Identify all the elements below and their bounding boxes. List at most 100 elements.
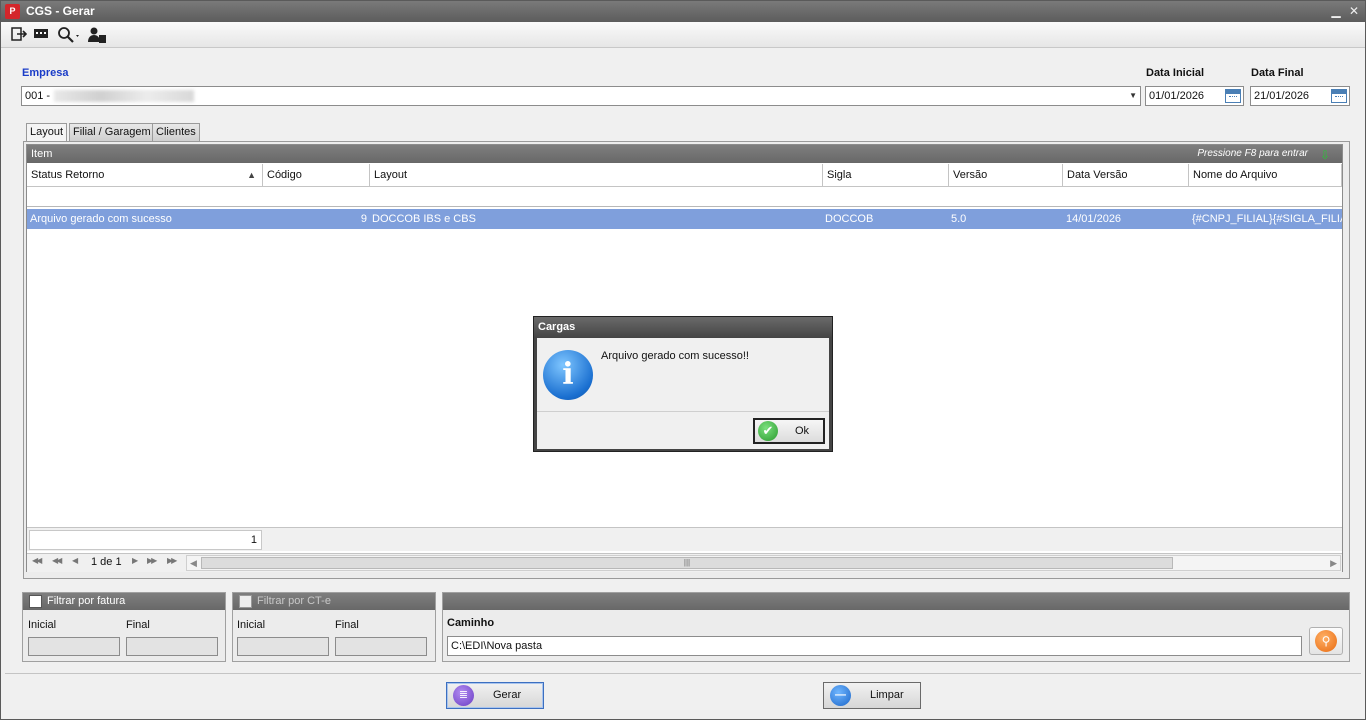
- next-block-icon[interactable]: ▶▶: [147, 556, 157, 565]
- column-header-status[interactable]: Status Retorno ▲: [27, 164, 263, 187]
- check-icon: ✔: [758, 421, 778, 441]
- column-header-codigo[interactable]: Código: [263, 164, 370, 187]
- cell-layout: DOCCOB IBS e CBS: [372, 213, 476, 225]
- scroll-left-icon[interactable]: ◀: [190, 556, 197, 570]
- dialog-divider: [537, 411, 829, 412]
- filtro-cte-header: Filtrar por CT-e: [233, 593, 435, 610]
- empresa-value: 001 -: [25, 90, 51, 102]
- data-final-label: Data Final: [1251, 67, 1304, 79]
- cte-inicial-label: Inicial: [237, 619, 266, 631]
- page-indicator: 1 de 1: [91, 556, 122, 568]
- cell-status: Arquivo gerado com sucesso: [30, 213, 172, 225]
- arrow-down-icon[interactable]: ⇩: [1320, 146, 1330, 164]
- filtro-fatura-header: Filtrar por fatura: [23, 593, 225, 610]
- browse-folder-button[interactable]: ⚲: [1309, 627, 1343, 655]
- tab-filial-garagem[interactable]: Filial / Garagem: [69, 123, 155, 141]
- cell-data-versao: 14/01/2026: [1066, 213, 1122, 225]
- column-header-nome-arquivo[interactable]: Nome do Arquivo: [1189, 164, 1342, 187]
- filtro-cte-checkbox[interactable]: [239, 595, 252, 608]
- toolbar: [1, 22, 1365, 48]
- title-bar: P CGS - Gerar ▁ ✕: [1, 1, 1365, 22]
- window-title: CGS - Gerar: [26, 4, 95, 18]
- calendar-icon[interactable]: [1225, 89, 1241, 103]
- cte-inicial-input[interactable]: [237, 637, 329, 656]
- caminho-label: Caminho: [447, 617, 495, 629]
- search-icon: ⚲: [1315, 630, 1337, 652]
- cte-final-input[interactable]: [335, 637, 427, 656]
- calendar-icon[interactable]: [1331, 89, 1347, 103]
- ok-button[interactable]: ✔ Ok: [753, 418, 825, 444]
- first-page-icon[interactable]: ◀◀: [32, 556, 42, 565]
- exit-icon[interactable]: [11, 26, 28, 44]
- limpar-button[interactable]: — Limpar: [823, 682, 921, 709]
- info-icon: i: [543, 350, 593, 400]
- last-page-icon[interactable]: ▶▶: [167, 556, 177, 565]
- minus-icon: —: [830, 685, 851, 706]
- app-logo-icon: P: [5, 4, 20, 19]
- column-header-versao[interactable]: Versão: [949, 164, 1063, 187]
- column-header-data-versao[interactable]: Data Versão: [1063, 164, 1189, 187]
- close-icon[interactable]: ✕: [1347, 1, 1361, 22]
- scroll-thumb[interactable]: |||: [201, 557, 1173, 569]
- column-header-sigla[interactable]: Sigla: [823, 164, 949, 187]
- previous-page-icon[interactable]: ◀: [72, 556, 78, 565]
- minimize-icon[interactable]: ▁: [1329, 1, 1343, 22]
- empresa-redacted: [54, 90, 195, 103]
- filtro-cte-group: Filtrar por CT-e Inicial Final: [232, 592, 436, 662]
- filtro-cte-label: Filtrar por CT-e: [257, 595, 331, 607]
- cell-sigla: DOCCOB: [825, 213, 874, 225]
- fatura-final-label: Final: [126, 619, 150, 631]
- table-row[interactable]: Arquivo gerado com sucesso 9 DOCCOB IBS …: [27, 209, 1342, 229]
- cell-codigo: 9: [360, 213, 367, 225]
- cell-nome-arquivo: {#CNPJ_FILIAL}{#SIGLA_FILIAL: [1192, 213, 1342, 225]
- filtro-fatura-group: Filtrar por fatura Inicial Final: [22, 592, 226, 662]
- data-final-value: 21/01/2026: [1254, 90, 1310, 102]
- dialog-title: Cargas: [534, 317, 832, 337]
- caminho-input[interactable]: C:\EDI\Nova pasta: [447, 636, 1302, 656]
- cell-versao: 5.0: [951, 213, 967, 225]
- limpar-label: Limpar: [870, 689, 904, 701]
- next-page-icon[interactable]: ▶: [132, 556, 138, 565]
- data-inicial-field[interactable]: 01/01/2026: [1145, 86, 1244, 106]
- caminho-header: [443, 593, 1349, 610]
- filtro-fatura-label: Filtrar por fatura: [47, 595, 126, 607]
- previous-block-icon[interactable]: ◀◀: [52, 556, 62, 565]
- message-icon[interactable]: [33, 26, 51, 44]
- filter-row[interactable]: [27, 187, 1342, 207]
- grid-group-bar: Item Pressione F8 para entrar ⇩: [27, 145, 1342, 163]
- data-final-field[interactable]: 21/01/2026: [1250, 86, 1350, 106]
- data-inicial-value: 01/01/2026: [1149, 90, 1205, 102]
- empresa-select[interactable]: 001 - ▼: [21, 86, 1141, 106]
- gerar-button[interactable]: ≣ Gerar: [446, 682, 544, 709]
- message-dialog: Cargas i Arquivo gerado com sucesso!! ✔ …: [533, 316, 833, 452]
- sort-ascending-icon: ▲: [247, 170, 256, 180]
- row-count: 1: [29, 530, 262, 550]
- dialog-message: Arquivo gerado com sucesso!!: [601, 350, 749, 362]
- horizontal-scrollbar[interactable]: ◀ ||| ▶: [186, 555, 1341, 571]
- column-header-layout[interactable]: Layout: [370, 164, 823, 187]
- divider: [5, 673, 1361, 674]
- data-inicial-label: Data Inicial: [1146, 67, 1205, 79]
- dialog-body: i Arquivo gerado com sucesso!! ✔ Ok: [537, 338, 829, 449]
- search-icon[interactable]: [57, 26, 83, 44]
- fatura-inicial-input[interactable]: [28, 637, 120, 656]
- tab-clientes[interactable]: Clientes: [152, 123, 200, 141]
- gerar-label: Gerar: [493, 689, 522, 701]
- grid-group-label: Item: [31, 148, 53, 160]
- cte-final-label: Final: [335, 619, 359, 631]
- chevron-down-icon[interactable]: ▼: [1129, 87, 1137, 105]
- caminho-group: Caminho C:\EDI\Nova pasta ⚲: [442, 592, 1350, 662]
- f8-hint: Pressione F8 para entrar: [1197, 148, 1308, 159]
- ok-label: Ok: [795, 425, 810, 437]
- user-icon[interactable]: [87, 26, 107, 44]
- document-icon: ≣: [453, 685, 474, 706]
- scroll-right-icon[interactable]: ▶: [1330, 556, 1337, 570]
- column-header-label: Status Retorno: [31, 169, 105, 181]
- pager: ◀◀ ◀◀ ◀ 1 de 1 ▶ ▶▶ ▶▶ ◀ ||| ▶: [27, 553, 1342, 572]
- fatura-inicial-label: Inicial: [28, 619, 57, 631]
- filtro-fatura-checkbox[interactable]: [29, 595, 42, 608]
- fatura-final-input[interactable]: [126, 637, 218, 656]
- grid-summary-row: 1: [27, 527, 1342, 551]
- empresa-label: Empresa: [22, 67, 69, 79]
- tab-layout[interactable]: Layout: [26, 123, 68, 142]
